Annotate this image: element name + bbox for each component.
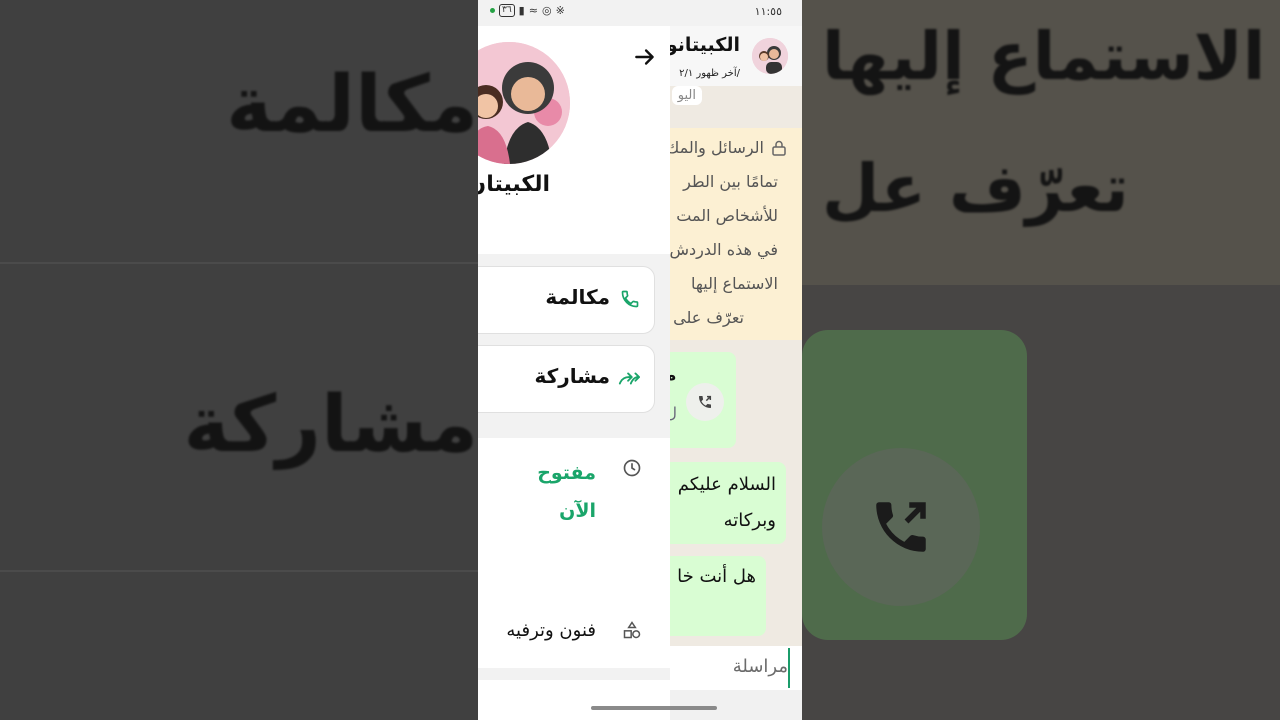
- battery-icon: ٣٦: [499, 4, 515, 17]
- chat-bottom-bar: [670, 690, 802, 720]
- chat-view: الكبيتانو آخر ظهور ٢/١/ اليو الرسائل وال…: [670, 26, 802, 720]
- forward-icon: [618, 372, 640, 385]
- share-action-button[interactable]: مشاركة: [478, 345, 655, 413]
- call-title: م: [670, 366, 677, 386]
- message-line: هل أنت خا: [677, 566, 756, 587]
- bluetooth-icon: ※: [555, 4, 565, 17]
- status-bar: ٣٦ ▮ ≈ ◎ ※ ١١:٥٥: [478, 0, 802, 26]
- call-icon: [876, 502, 926, 552]
- category-shapes-icon: [623, 621, 641, 639]
- share-action-label: مشاركة: [534, 364, 610, 388]
- hotspot-icon: ◎: [541, 4, 552, 17]
- wifi-icon: ≈: [528, 4, 538, 17]
- background-text: مشاركة: [183, 380, 478, 470]
- hours-status-now[interactable]: الآن: [559, 500, 596, 522]
- date-chip: اليو: [671, 86, 702, 105]
- last-seen: آخر ظهور ٢/١/: [679, 68, 740, 79]
- profile-photo[interactable]: [478, 42, 570, 164]
- avatar-image-icon: [752, 38, 788, 74]
- phone-screen: ٣٦ ▮ ≈ ◎ ※ ١١:٥٥ الكبيتانو آخر ظهور ٢/١/: [478, 0, 802, 720]
- message-input[interactable]: مراسلة: [670, 646, 802, 690]
- message-line: السلام عليكم: [677, 474, 776, 495]
- clock-icon: [623, 459, 641, 477]
- call-message-bubble[interactable]: م ل: [670, 352, 736, 448]
- contact-avatar[interactable]: [752, 38, 788, 74]
- background-text: مكالمة: [226, 60, 478, 150]
- privacy-dot-icon: [490, 8, 495, 13]
- contact-info-panel: الكبيتان مكالمة مشاركة مفتوح الآن فنون و…: [478, 26, 670, 720]
- notice-line: تمامًا بين الطر: [683, 172, 778, 191]
- notice-line: الاستماع إليها: [691, 274, 778, 293]
- alert-icon: ▮: [518, 4, 525, 17]
- business-category: فنون وترفيه: [506, 620, 596, 641]
- background-text: تعرّف عل: [822, 150, 1129, 227]
- call-action-label: مكالمة: [545, 285, 610, 309]
- lock-icon: [772, 140, 786, 156]
- call-bubble-icon: [686, 383, 724, 421]
- back-arrow-icon[interactable]: [632, 44, 658, 70]
- notice-line: تعرّف على: [673, 308, 744, 327]
- background-left-panel: مكالمة مشاركة: [0, 0, 478, 720]
- message-bubble[interactable]: هل أنت خا: [670, 556, 766, 636]
- background-right-panel: الاستماع إليها تعرّف عل: [802, 0, 1280, 720]
- notice-line: الرسائل والمك: [670, 138, 764, 157]
- text-caret: [788, 648, 790, 688]
- notice-line: في هذه الدردش: [670, 240, 778, 259]
- background-divider: [0, 570, 478, 572]
- call-action-button[interactable]: مكالمة: [478, 266, 655, 334]
- background-call-circle: [822, 448, 980, 606]
- panel-footer: [478, 680, 670, 720]
- message-placeholder: مراسلة: [732, 656, 788, 677]
- encryption-notice[interactable]: الرسائل والمك تمامًا بين الطر للأشخاص ال…: [670, 128, 802, 340]
- status-icons: ٣٦ ▮ ≈ ◎ ※: [490, 4, 565, 17]
- call-subtitle: ل: [670, 404, 677, 422]
- chat-header[interactable]: الكبيتانو آخر ظهور ٢/١/: [670, 26, 802, 86]
- clock: ١١:٥٥: [754, 5, 782, 18]
- message-bubble[interactable]: السلام عليكم وبركاته: [670, 462, 786, 544]
- background-divider: [0, 262, 478, 264]
- business-info-section: مفتوح الآن فنون وترفيه: [478, 438, 670, 668]
- notice-line: للأشخاص المت: [676, 206, 778, 225]
- message-line: وبركاته: [723, 510, 776, 531]
- phone-icon: [621, 290, 639, 308]
- contact-name[interactable]: الكبيتانو: [670, 34, 740, 56]
- profile-name: الكبيتان: [478, 172, 550, 197]
- profile-image-icon: [478, 42, 570, 164]
- gesture-handle[interactable]: [591, 706, 717, 710]
- profile-header: الكبيتان: [478, 26, 670, 254]
- hours-status[interactable]: مفتوح: [537, 462, 596, 484]
- background-text: الاستماع إليها: [822, 18, 1266, 95]
- outgoing-call-icon: [699, 395, 712, 408]
